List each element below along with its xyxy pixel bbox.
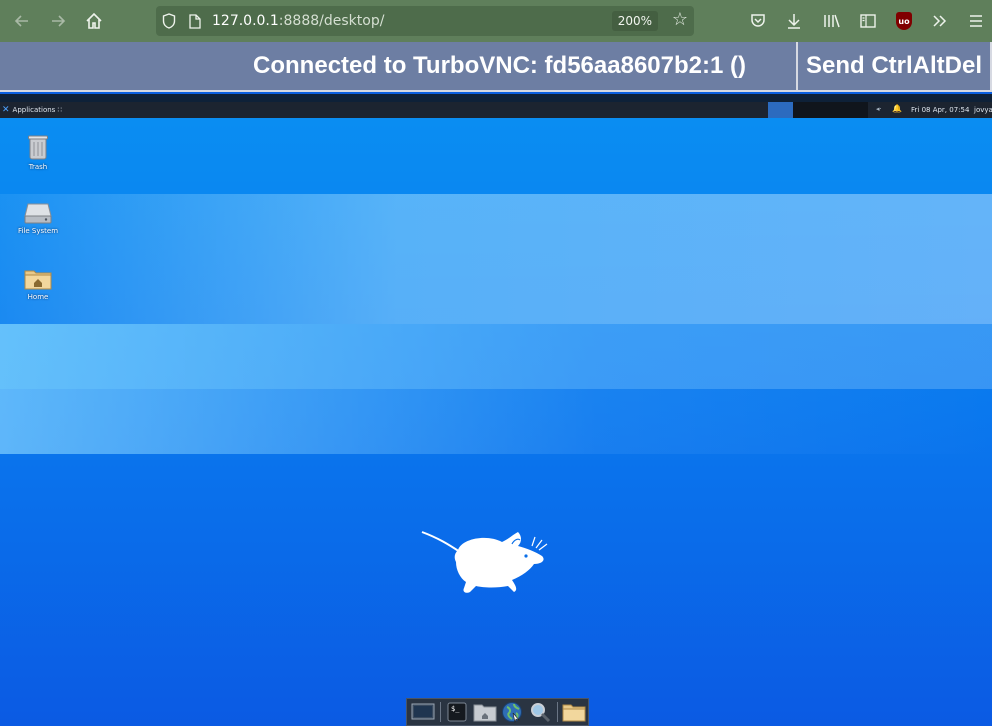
folder-icon[interactable] xyxy=(561,700,587,724)
notification-bell-icon[interactable]: 🔔 xyxy=(892,104,902,113)
desktop-icon-label: File System xyxy=(17,227,59,235)
shield-icon[interactable] xyxy=(156,13,182,29)
applications-menu[interactable]: ✕ Applications ∷ xyxy=(0,105,62,115)
url-path: :8888/desktop/ xyxy=(278,13,385,29)
trash-icon xyxy=(28,135,48,160)
library-icon[interactable] xyxy=(814,3,850,39)
download-icon[interactable] xyxy=(776,3,812,39)
desktop-icon-trash[interactable]: Trash xyxy=(8,134,68,171)
dock-separator xyxy=(440,702,442,722)
hard-drive-icon xyxy=(24,203,52,224)
zoom-badge[interactable]: 200% xyxy=(611,11,658,31)
star-icon[interactable]: ☆ xyxy=(672,9,688,30)
back-arrow-icon[interactable] xyxy=(4,3,40,39)
xfce-logo-icon: ✕ xyxy=(2,105,10,115)
panel-user[interactable]: jovyan xyxy=(974,106,992,114)
forward-arrow-icon[interactable] xyxy=(40,3,76,39)
url-bar[interactable]: 127.0.0.1:8888/desktop/ 200% ☆ xyxy=(156,6,694,36)
applications-menu-label: Applications ∷ xyxy=(12,106,62,114)
file-manager-icon[interactable] xyxy=(472,700,498,724)
desktop-icon-home[interactable]: Home xyxy=(8,268,68,301)
desktop-icon-file-system[interactable]: File System xyxy=(8,202,68,235)
pocket-icon[interactable] xyxy=(740,3,776,39)
desktop-icon-label: Home xyxy=(27,293,49,301)
search-icon[interactable] xyxy=(526,700,552,724)
wallpaper-band xyxy=(0,194,992,324)
vnc-status-bar: Connected to TurboVNC: fd56aa8607b2:1 ()… xyxy=(0,42,992,92)
xfce-mouse-logo xyxy=(421,531,548,593)
workspace-2[interactable] xyxy=(793,102,868,118)
send-ctrlaltdel-button[interactable]: Send CtrlAltDel xyxy=(796,42,992,90)
xfce-dock: $_ xyxy=(406,698,589,726)
sidebar-icon[interactable] xyxy=(850,3,886,39)
toolbar-right-icons: uo xyxy=(740,3,992,39)
web-browser-icon[interactable] xyxy=(499,700,525,724)
panel-shadow xyxy=(0,94,992,102)
overflow-icon[interactable] xyxy=(922,3,958,39)
vnc-status-text: Connected to TurboVNC: fd56aa8607b2:1 () xyxy=(253,52,746,79)
wallpaper-band xyxy=(0,389,992,454)
ublock-badge: uo xyxy=(896,12,912,30)
url-host: 127.0.0.1 xyxy=(212,13,279,29)
remote-desktop[interactable]: ✕ Applications ∷ ◂· 🔔 Fri 08 Apr, 07:54 … xyxy=(0,94,992,726)
home-icon[interactable] xyxy=(76,3,112,39)
url-text[interactable]: 127.0.0.1:8888/desktop/ xyxy=(212,13,384,29)
menu-icon[interactable] xyxy=(958,3,992,39)
svg-text:$_: $_ xyxy=(451,705,460,713)
dock-separator xyxy=(556,702,558,722)
volume-icon[interactable]: ◂· xyxy=(876,105,882,113)
browser-toolbar: 127.0.0.1:8888/desktop/ 200% ☆ uo xyxy=(0,0,992,42)
home-folder-icon xyxy=(24,270,52,290)
terminal-icon[interactable]: $_ xyxy=(444,700,470,724)
workspace-1[interactable] xyxy=(768,102,793,118)
desktop-icon-label: Trash xyxy=(28,163,48,171)
show-desktop-icon[interactable] xyxy=(410,700,436,724)
xfce-top-panel: ✕ Applications ∷ ◂· 🔔 Fri 08 Apr, 07:54 … xyxy=(0,102,992,118)
wallpaper-band xyxy=(0,324,992,389)
ublock-icon[interactable]: uo xyxy=(886,3,922,39)
page-icon[interactable] xyxy=(182,13,208,29)
panel-clock[interactable]: Fri 08 Apr, 07:54 xyxy=(911,106,969,114)
